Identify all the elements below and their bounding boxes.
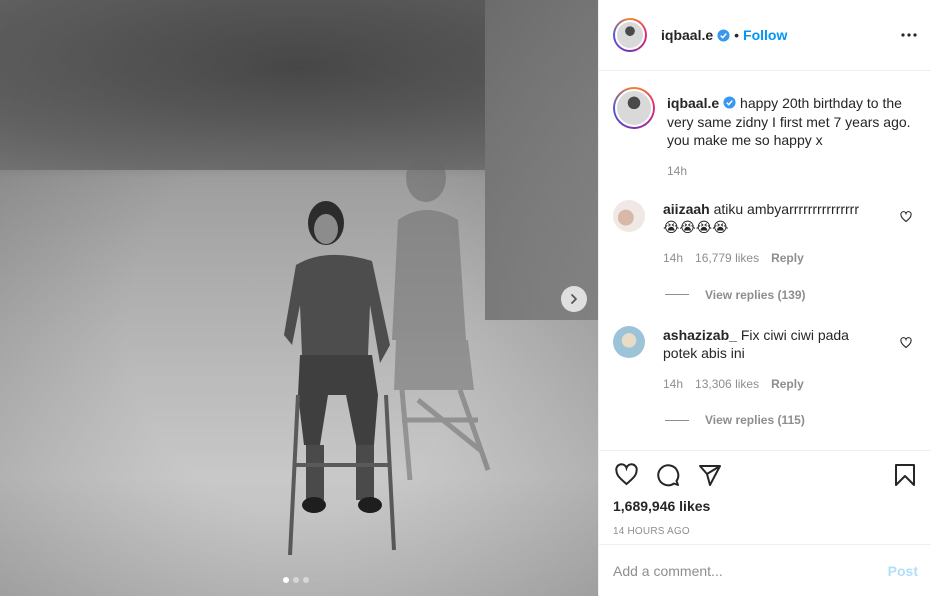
comment-icon: [657, 463, 680, 486]
heart-icon: [900, 336, 912, 348]
commenter-avatar[interactable]: [613, 325, 645, 358]
heart-icon: [900, 211, 912, 223]
post-timestamp: 14 hours ago: [613, 526, 690, 537]
carousel-dot: [283, 577, 289, 583]
author-avatar[interactable]: [613, 87, 655, 129]
comment-age: 14h: [663, 251, 684, 265]
carousel-dot: [293, 577, 299, 583]
heart-icon: [614, 462, 638, 485]
commenter-avatar[interactable]: [613, 200, 645, 232]
caption-username[interactable]: iqbaal.e: [667, 95, 719, 111]
author-avatar[interactable]: [613, 18, 647, 52]
post-comment-button[interactable]: Post: [888, 563, 918, 579]
follow-button[interactable]: Follow: [743, 27, 787, 43]
comment-text: atiku ambyarrrrrrrrrrrrrrr: [713, 201, 860, 217]
view-replies-button[interactable]: View replies (139): [665, 288, 918, 302]
view-replies-button[interactable]: View replies (115): [665, 413, 918, 427]
comment-like-button[interactable]: [900, 336, 912, 352]
carousel-dot: [303, 577, 309, 583]
comment-item: aiizaah atiku ambyarrrrrrrrrrrrrrr 😭😭😭😭 …: [613, 200, 918, 268]
post-photo[interactable]: [0, 0, 598, 596]
add-comment-bar: Post: [599, 544, 931, 596]
more-options-button[interactable]: [901, 33, 917, 37]
author-username[interactable]: iqbaal.e: [661, 27, 713, 43]
verified-badge-icon: [723, 96, 736, 109]
comment-likes[interactable]: 13,306 likes: [695, 375, 759, 394]
header-separator: •: [734, 27, 740, 43]
reply-button[interactable]: Reply: [771, 375, 804, 394]
comment-like-button[interactable]: [900, 210, 912, 226]
reply-button[interactable]: Reply: [771, 249, 804, 268]
save-button[interactable]: [892, 462, 918, 488]
photo-vignette: [0, 0, 598, 596]
share-icon: [699, 464, 721, 486]
carousel-next-button[interactable]: [561, 286, 587, 312]
comment-input[interactable]: [613, 562, 888, 579]
post-header: iqbaal.e • Follow: [599, 0, 931, 71]
comment-username[interactable]: ashazizab_: [663, 327, 737, 343]
like-button[interactable]: [613, 462, 639, 488]
chevron-right-icon: [571, 294, 577, 304]
more-options-icon: [901, 33, 917, 37]
comment-emoji: 😭😭😭😭: [663, 219, 729, 236]
comment-username[interactable]: aiizaah: [663, 201, 710, 217]
comment-likes[interactable]: 16,779 likes: [695, 249, 759, 268]
comment-item: ashazizab_ Fix ciwi ciwi pada potek abis…: [613, 325, 918, 394]
view-replies-label: View replies (139): [705, 287, 806, 302]
view-replies-label: View replies (115): [705, 413, 805, 427]
post-side-panel: iqbaal.e • Follow iqbaal.e happy 20th bi…: [598, 0, 931, 596]
post-actions-bar: [613, 451, 918, 498]
likes-count[interactable]: 1,689,946 likes: [613, 498, 918, 514]
comments-list[interactable]: iqbaal.e happy 20th birthday to the very…: [599, 71, 931, 450]
caption-age: 14h: [667, 163, 688, 178]
comment-button[interactable]: [655, 462, 681, 488]
carousel-indicator: [283, 577, 309, 583]
post-actions-section: 1,689,946 likes 14 hours ago: [599, 450, 931, 544]
view-replies-line: [665, 294, 689, 295]
comment-age: 14h: [663, 376, 684, 391]
view-replies-line: [665, 419, 689, 421]
post-caption: iqbaal.e happy 20th birthday to the very…: [613, 87, 918, 180]
bookmark-icon: [895, 463, 915, 486]
verified-badge-icon: [717, 28, 730, 42]
share-button[interactable]: [697, 462, 723, 488]
